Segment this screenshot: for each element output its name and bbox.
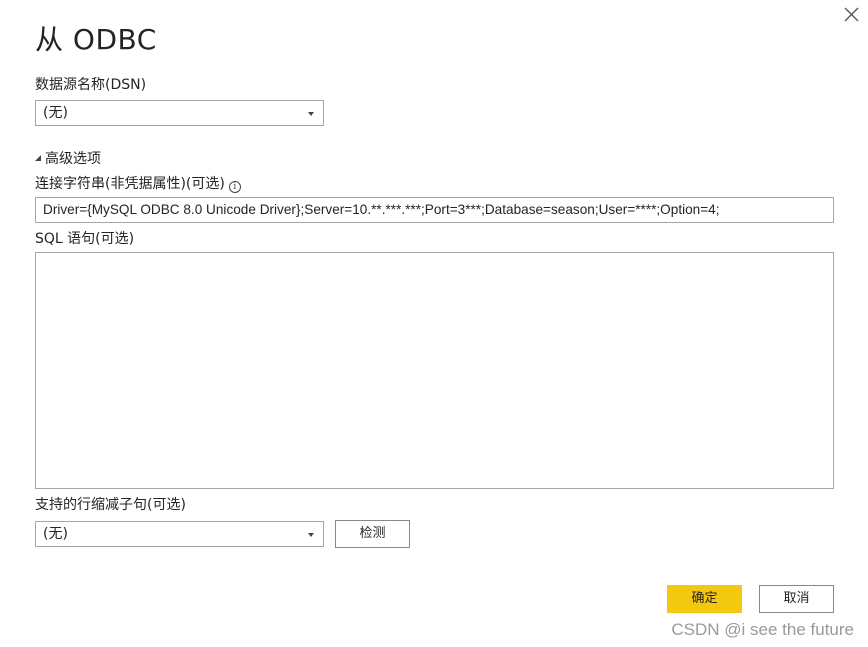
dsn-select-value: (无) bbox=[43, 105, 68, 121]
row-reduction-select[interactable]: (无) bbox=[35, 521, 324, 547]
row-reduction-select-value: (无) bbox=[43, 526, 68, 542]
dsn-label: 数据源名称(DSN) bbox=[35, 77, 147, 93]
sql-statement-textarea[interactable] bbox=[35, 252, 834, 489]
triangle-expanded-icon bbox=[35, 155, 41, 161]
detect-button[interactable]: 检测 bbox=[335, 520, 410, 548]
cancel-button[interactable]: 取消 bbox=[759, 585, 834, 613]
dialog-title: 从 ODBC bbox=[35, 23, 157, 56]
chevron-down-icon bbox=[308, 112, 314, 116]
watermark: CSDN @i see the future bbox=[671, 620, 854, 639]
connection-string-label-row: 连接字符串(非凭据属性)(可选) i bbox=[35, 175, 241, 193]
connection-string-label: 连接字符串(非凭据属性)(可选) bbox=[35, 176, 225, 192]
close-button[interactable] bbox=[836, 2, 864, 28]
advanced-options-toggle[interactable]: 高级选项 bbox=[35, 150, 101, 168]
ok-button[interactable]: 确定 bbox=[667, 585, 742, 613]
chevron-down-icon bbox=[308, 533, 314, 537]
dsn-select[interactable]: (无) bbox=[35, 100, 324, 126]
close-icon bbox=[844, 7, 859, 22]
advanced-options-label: 高级选项 bbox=[45, 151, 101, 167]
row-reduction-label: 支持的行缩减子句(可选) bbox=[35, 497, 186, 513]
sql-statement-label: SQL 语句(可选) bbox=[35, 231, 135, 247]
connection-string-input[interactable]: Driver={MySQL ODBC 8.0 Unicode Driver};S… bbox=[35, 197, 834, 223]
info-icon[interactable]: i bbox=[228, 181, 241, 193]
